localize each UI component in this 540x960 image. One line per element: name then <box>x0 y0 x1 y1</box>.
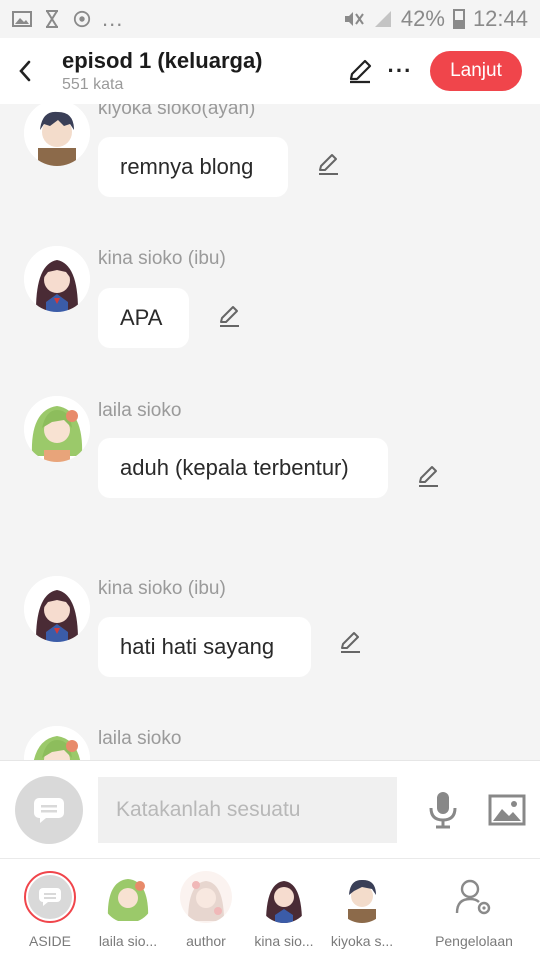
character-author[interactable]: author <box>168 871 244 949</box>
episode-title: episod 1 (keluarga) <box>62 48 263 73</box>
chevron-left-icon <box>19 60 31 82</box>
mute-icon <box>344 12 364 26</box>
character-label: author <box>186 933 226 949</box>
speaker-name: kina sioko (ibu) <box>98 248 226 269</box>
more-options-button[interactable]: ··· <box>380 51 420 91</box>
avatar-female[interactable] <box>24 246 90 312</box>
episode-title-block: episod 1 (keluarga) 551 kata <box>50 48 340 94</box>
character-label: kiyoka s... <box>330 933 394 949</box>
character-kina[interactable]: kina sio... <box>246 871 322 949</box>
pencil-icon <box>349 59 372 84</box>
avatar-male[interactable] <box>24 104 90 166</box>
input-bar <box>0 760 540 858</box>
next-button[interactable]: Lanjut <box>430 51 522 91</box>
character-label: Pengelolaan <box>435 933 513 949</box>
character-label: ASIDE <box>28 933 71 949</box>
aside-toggle-button[interactable] <box>15 775 83 844</box>
chat-area[interactable]: kiyoka sioko(ayah) remnya blong kina sio… <box>0 104 540 760</box>
battery-percent: 42% <box>400 6 445 31</box>
gallery-icon <box>12 11 32 27</box>
speaker-name: laila sioko <box>98 728 182 749</box>
status-bar: ... 42% 12:44 <box>0 0 540 38</box>
word-count: 551 kata <box>62 76 124 93</box>
message-input[interactable] <box>98 776 397 843</box>
avatar-author <box>180 871 232 923</box>
back-button[interactable] <box>0 38 50 104</box>
speaker-name: kiyoka sioko(ayah) <box>98 104 256 119</box>
avatar-female <box>258 871 310 923</box>
edit-message-icon[interactable] <box>217 302 243 328</box>
hourglass-icon <box>46 10 58 28</box>
voice-button[interactable] <box>421 788 465 832</box>
image-button[interactable] <box>485 788 529 832</box>
avatar-green-hair[interactable] <box>24 726 90 760</box>
chat-bubble-icon <box>34 797 64 823</box>
clock: 12:44 <box>472 6 528 31</box>
message-bubble[interactable]: hati hati sayang <box>98 617 311 677</box>
aside-avatar <box>24 871 76 923</box>
edit-message-icon[interactable] <box>316 150 342 176</box>
battery-icon <box>452 9 465 29</box>
more-notifications: ... <box>102 6 124 31</box>
message-bubble[interactable]: remnya blong <box>98 137 288 197</box>
character-laila[interactable]: laila sio... <box>90 871 166 949</box>
avatar-female[interactable] <box>24 576 90 642</box>
speaker-name: laila sioko <box>98 400 182 421</box>
edit-message-icon[interactable] <box>338 628 364 654</box>
message-bubble[interactable]: APA <box>98 288 189 348</box>
app-header: episod 1 (keluarga) 551 kata ··· Lanjut <box>0 38 540 104</box>
avatar-male <box>336 871 388 923</box>
avatar-green-hair[interactable] <box>24 396 90 462</box>
microphone-icon <box>429 791 457 828</box>
character-management[interactable]: Pengelolaan <box>426 871 522 949</box>
character-kiyoka[interactable]: kiyoka s... <box>324 871 400 949</box>
edit-title-button[interactable] <box>340 51 380 91</box>
character-bar: ASIDE laila sio... author kina sio... ki… <box>0 858 540 960</box>
chrome-icon <box>73 10 91 28</box>
character-label: laila sio... <box>98 933 158 949</box>
avatar-green-hair <box>102 871 154 923</box>
chat-bubble-icon <box>39 888 61 906</box>
message-bubble[interactable]: aduh (kepala terbentur) <box>98 438 388 498</box>
edit-message-icon[interactable] <box>416 462 442 488</box>
user-settings-icon <box>455 879 491 915</box>
character-aside[interactable]: ASIDE <box>12 871 88 949</box>
character-label: kina sio... <box>254 933 314 949</box>
signal-icon <box>374 11 391 27</box>
speaker-name: kina sioko (ibu) <box>98 578 226 599</box>
image-icon <box>488 794 526 825</box>
